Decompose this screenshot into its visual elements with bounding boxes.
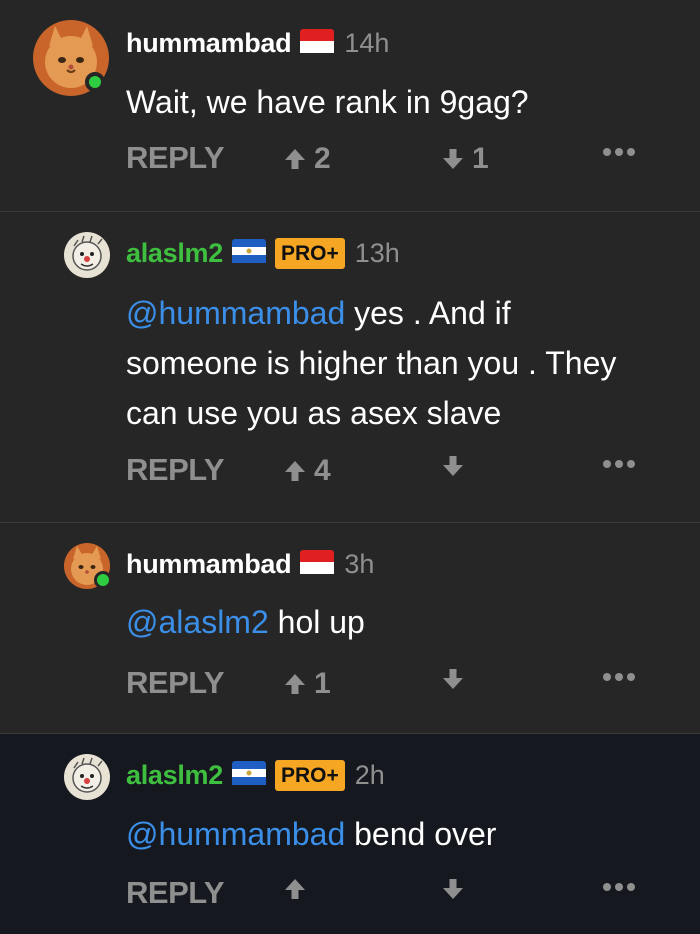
timestamp: 13h [354,238,400,268]
arrow-up-icon [285,149,305,169]
more-options-button[interactable] [602,456,636,474]
indonesia-flag-icon [300,29,335,58]
reply-button[interactable]: REPLY [126,875,225,911]
el-salvador-flag-icon [231,761,266,790]
more-dots-icon [603,673,635,681]
comment-text: Wait, we have rank in 9gag? [126,84,529,120]
pro-plus-badge: PRO+ [274,238,345,269]
upvote-count: 1 [314,667,331,700]
username[interactable]: hummambad [126,28,292,59]
arrow-up-icon [285,879,305,899]
comment-2: alaslm2 PRO+ 13h @hummambad yes . And if… [0,211,700,522]
timestamp: 3h [344,549,375,579]
username[interactable]: alaslm2 [126,760,223,791]
more-dots-icon [603,460,635,468]
comment-text-line: can use you as asex slave [126,395,502,431]
avatar[interactable] [64,232,110,278]
comment-text-body: bend over [345,816,497,852]
mention-link[interactable]: @hummambad [126,816,345,852]
upvote-button[interactable]: 2 [284,142,331,176]
pro-plus-badge: PRO+ [274,760,345,791]
downvote-button[interactable] [442,667,472,691]
avatar[interactable] [64,754,110,800]
comment-text-body: hol up [268,604,365,640]
comment-text: @alaslm2 hol up [126,597,686,647]
username[interactable]: alaslm2 [126,238,223,269]
more-options-button[interactable] [602,144,636,162]
arrow-up-icon [285,674,305,694]
doodle-avatar-image [64,754,110,800]
mention-link[interactable]: @hummambad [126,295,345,331]
arrow-up-icon [285,461,305,481]
arrow-down-icon [443,456,463,476]
downvote-button[interactable] [442,454,472,478]
more-dots-icon [603,148,635,156]
comment-actions: REPLY 1 [126,665,636,705]
downvote-count: 1 [472,142,489,175]
el-salvador-flag-icon [231,239,266,268]
comment-text-line: someone is higher than you . They [126,345,617,381]
comment-meta: hummambad 14h [126,28,389,59]
timestamp: 2h [354,760,385,790]
username[interactable]: hummambad [126,549,292,580]
comment-meta: alaslm2 PRO+ 13h [126,238,400,269]
reply-button[interactable]: REPLY [126,665,225,701]
upvote-count: 2 [314,142,331,175]
comment-actions: REPLY 2 1 [126,140,636,180]
comment-meta: alaslm2 PRO+ 2h [126,760,385,791]
indonesia-flag-icon [300,550,335,579]
doodle-avatar-image [64,232,110,278]
arrow-down-icon [443,149,463,169]
downvote-button[interactable]: 1 [442,142,489,176]
upvote-count: 4 [314,454,331,487]
timestamp: 14h [344,28,390,58]
more-dots-icon [603,883,635,891]
more-options-button[interactable] [602,669,636,687]
comment-text: @hummambad yes . And if someone is highe… [126,288,686,438]
online-indicator [94,571,112,589]
comment-text-line: yes . And if [345,295,511,331]
upvote-button[interactable] [284,877,314,901]
downvote-button[interactable] [442,877,472,901]
comment-actions: REPLY 4 [126,452,636,492]
comment-4-highlighted: alaslm2 PRO+ 2h @hummambad bend over REP… [0,733,700,934]
more-options-button[interactable] [602,879,636,897]
arrow-down-icon [443,669,463,689]
comment-1: hummambad 14h Wait, we have rank in 9gag… [0,0,700,211]
comment-meta: hummambad 3h [126,549,374,580]
arrow-down-icon [443,879,463,899]
comment-actions: REPLY [126,875,636,915]
comment-3: hummambad 3h @alaslm2 hol up REPLY 1 [0,522,700,733]
upvote-button[interactable]: 1 [284,667,331,701]
comment-text: @hummambad bend over [126,809,686,859]
upvote-button[interactable]: 4 [284,454,331,488]
online-indicator [85,72,105,92]
reply-button[interactable]: REPLY [126,452,225,488]
avatar[interactable] [64,543,112,589]
mention-link[interactable]: @alaslm2 [126,604,269,640]
reply-button[interactable]: REPLY [126,140,225,176]
avatar[interactable] [33,20,109,96]
